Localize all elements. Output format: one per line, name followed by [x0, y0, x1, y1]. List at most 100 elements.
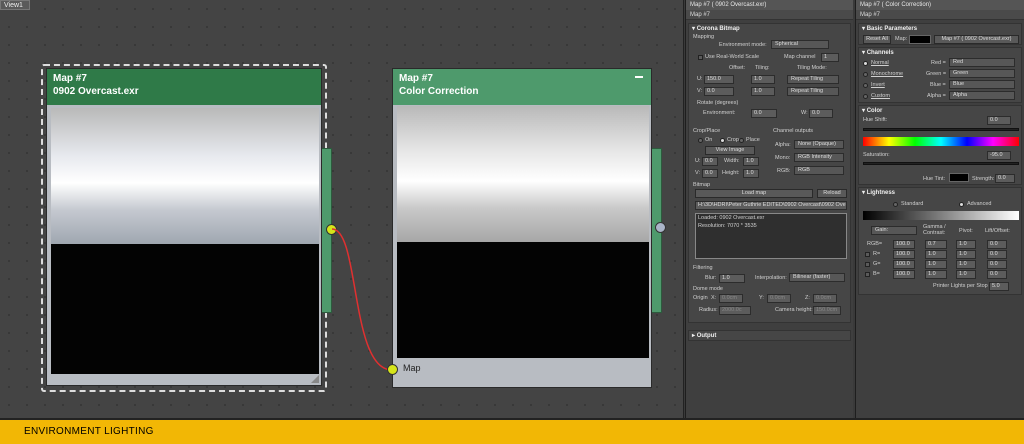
node2-preview-sky [397, 106, 649, 242]
hue-shift-label: Hue Shift: [863, 117, 888, 123]
b-gamma-field[interactable]: 1.0 [925, 270, 947, 279]
alpha-output-dropdown[interactable]: None (Opaque) [794, 140, 844, 149]
tiling-mode-label: Tiling Mode: [797, 65, 827, 71]
output-section[interactable]: ▸ Output [688, 330, 851, 341]
cc-map-name[interactable]: Map #7 [856, 10, 1024, 20]
w-field[interactable]: 0.0 [809, 109, 833, 118]
radius-field[interactable]: 2000.0c [719, 306, 751, 315]
u-offset-field[interactable]: 150.0 [704, 75, 734, 84]
lightness-gradient-bar [863, 211, 1019, 220]
reset-all-button[interactable]: Reset All [863, 35, 891, 44]
corona-section-title[interactable]: ▾ Corona Bitmap [692, 25, 740, 32]
g-gamma-field[interactable]: 1.0 [925, 260, 947, 269]
rgb-lift-field[interactable]: 0.0 [987, 240, 1007, 249]
b-pivot-field[interactable]: 1.0 [956, 270, 976, 279]
lightness-title[interactable]: ▾ Lightness [862, 189, 895, 196]
r-gain-field[interactable]: 100.0 [893, 250, 915, 259]
advanced-radio[interactable] [959, 202, 964, 207]
load-map-button[interactable]: Load map [695, 189, 813, 198]
minimize-icon[interactable] [635, 76, 643, 78]
r-row-checkbox[interactable] [865, 252, 870, 257]
b-row-checkbox[interactable] [865, 272, 870, 277]
basic-params-title[interactable]: ▾ Basic Parameters [862, 25, 917, 32]
crop-radio[interactable] [720, 138, 725, 143]
origin-x-field[interactable]: 0.0cm [719, 294, 743, 303]
map-channel-field[interactable]: 1 [821, 53, 839, 62]
rgb-pivot-field[interactable]: 1.0 [956, 240, 976, 249]
crop-u-label: U: [695, 158, 701, 164]
v-tiling-field[interactable]: 1.0 [751, 87, 775, 96]
b-gain-field[interactable]: 100.0 [893, 270, 915, 279]
camera-height-field[interactable]: 150.0cm [813, 306, 841, 315]
saturation-slider[interactable] [863, 162, 1019, 165]
origin-y-field[interactable]: 0.0cm [767, 294, 791, 303]
bitmap-path-field[interactable]: H:\3D\HDRI\Peter Guthrie EDITED\0902 Ove… [695, 201, 847, 210]
color-correction-node[interactable]: Map #7 Color Correction Map [392, 68, 652, 388]
color-title[interactable]: ▾ Color [862, 107, 882, 114]
standard-radio[interactable] [893, 202, 898, 207]
corona-bitmap-section: ▾ Corona Bitmap Mapping Environment mode… [688, 23, 851, 323]
red-channel-dropdown[interactable]: Red [949, 58, 1015, 67]
strength-field[interactable]: 0.0 [995, 174, 1015, 183]
alpha-channel-dropdown[interactable]: Alpha [949, 91, 1015, 100]
hue-shift-slider[interactable] [863, 128, 1019, 131]
width-label: Width: [724, 158, 740, 164]
r-pivot-field[interactable]: 1.0 [956, 250, 976, 259]
place-radio[interactable] [739, 138, 744, 143]
red-label: Red = [931, 60, 946, 66]
channels-title[interactable]: ▾ Channels [862, 49, 894, 56]
view-image-button[interactable]: View Image [705, 146, 755, 155]
printer-lights-field[interactable]: 5.0 [989, 282, 1009, 291]
crop-on-check[interactable] [698, 138, 703, 143]
reload-button[interactable]: Reload [817, 189, 847, 198]
node-viewport[interactable]: View1 Map #7 0902 Overcast.exr Map #7 Co… [0, 0, 684, 418]
rgb-output-dropdown[interactable]: RGB [794, 166, 844, 175]
height-field[interactable]: 1.0 [743, 169, 759, 178]
u-label: U: [697, 76, 703, 82]
green-channel-dropdown[interactable]: Green [949, 69, 1015, 78]
v-offset-field[interactable]: 0.0 [704, 87, 734, 96]
normal-radio[interactable] [863, 61, 868, 66]
hue-tint-swatch[interactable] [949, 173, 969, 182]
g-row-checkbox[interactable] [865, 262, 870, 267]
r-gamma-field[interactable]: 1.0 [925, 250, 947, 259]
monochrome-radio[interactable] [863, 72, 868, 77]
u-tiling-field[interactable]: 1.0 [751, 75, 775, 84]
v-tiling-mode-dropdown[interactable]: Repeat Tiling [787, 87, 839, 96]
blur-label: Blur: [705, 275, 717, 281]
camera-height-label: Camera height: [775, 307, 813, 313]
node2-input-port[interactable] [387, 364, 398, 375]
gain-mode-dropdown[interactable]: Gain: [871, 226, 917, 235]
output-section-title: ▸ Output [692, 333, 717, 339]
blue-channel-dropdown[interactable]: Blue [949, 80, 1015, 89]
rgb-gain-field[interactable]: 100.0 [893, 240, 915, 249]
g-lift-field[interactable]: 0.0 [987, 260, 1007, 269]
rotate-env-field[interactable]: 0.0 [751, 109, 777, 118]
mono-output-dropdown[interactable]: RGB Intensity [794, 153, 844, 162]
saturation-field[interactable]: -95.0 [987, 151, 1011, 160]
crop-v-field[interactable]: 0.0 [702, 169, 718, 178]
crop-u-field[interactable]: 0.0 [702, 157, 718, 166]
u-tiling-mode-dropdown[interactable]: Repeat Tiling [787, 75, 839, 84]
hue-shift-field[interactable]: 0.0 [987, 116, 1011, 125]
rgb-gamma-field[interactable]: 0.7 [925, 240, 947, 249]
width-field[interactable]: 1.0 [743, 157, 759, 166]
blur-field[interactable]: 1.0 [719, 274, 745, 283]
map-color-swatch[interactable] [909, 35, 931, 44]
origin-z-field[interactable]: 0.0cm [813, 294, 837, 303]
real-world-checkbox[interactable] [698, 55, 703, 60]
b-lift-field[interactable]: 0.0 [987, 270, 1007, 279]
g-pivot-field[interactable]: 1.0 [956, 260, 976, 269]
node2-output-port[interactable] [655, 222, 666, 233]
corona-map-name[interactable]: Map #7 [686, 10, 853, 20]
custom-radio[interactable] [863, 94, 868, 99]
interpolation-dropdown[interactable]: Bilinear (faster) [789, 273, 845, 282]
env-mode-dropdown[interactable]: Spherical [771, 40, 829, 49]
map-slot-button[interactable]: Map #7 ( 0902 Overcast.exr) [934, 35, 1019, 44]
r-lift-field[interactable]: 0.0 [987, 250, 1007, 259]
node2-header[interactable]: Map #7 Color Correction [393, 69, 651, 105]
row-b-label: B= [873, 271, 880, 277]
hue-tint-label: Hue Tint: [923, 176, 946, 182]
invert-radio[interactable] [863, 83, 868, 88]
g-gain-field[interactable]: 100.0 [893, 260, 915, 269]
